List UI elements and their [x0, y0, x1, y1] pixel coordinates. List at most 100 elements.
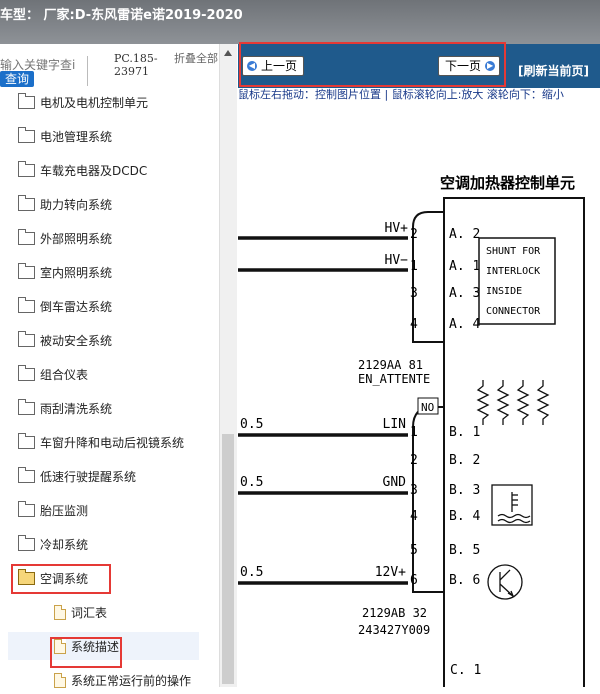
port-label: B. 2	[449, 453, 480, 468]
wire-gauge: 0.5	[240, 565, 263, 580]
tree-doc-item[interactable]: 词汇表	[54, 598, 107, 626]
tree-folder-item[interactable]: 倒车雷达系统	[18, 292, 112, 320]
pin-number: 4	[410, 509, 418, 524]
tree-item-label: 冷却系统	[40, 537, 89, 552]
tree-folder-item[interactable]: 电机及电机控制单元	[18, 88, 148, 116]
tree-item-label: 助力转向系统	[40, 197, 113, 212]
resistor-symbols	[476, 380, 550, 425]
folder-icon	[18, 364, 35, 381]
tree-item-label: 电池管理系统	[40, 129, 113, 144]
pin-number: 2	[410, 227, 418, 242]
tree-item-label: 词汇表	[71, 605, 108, 620]
tree-item-label: 雨刮清洗系统	[40, 401, 113, 416]
port-label: B. 5	[449, 543, 480, 558]
title-bar: 车型： 厂家:D-东风雷诺e诺2019-2020	[0, 0, 600, 44]
system-tree: 电机及电机控制单元 电池管理系统车载充电器及DCDC 助力转向系统 外部照明系统 室内照…	[0, 92, 218, 688]
wire-label: LIN	[383, 417, 406, 432]
tree-item-label: 电机及电机控制单元	[40, 95, 149, 110]
fold-all-button[interactable]: 折叠全部	[174, 52, 224, 65]
tree-doc-item[interactable]: 系统正常运行前的操作	[54, 666, 191, 694]
tree-item-label: 被动安全系统	[40, 333, 113, 348]
folder-icon	[18, 262, 35, 279]
tree-item-label: 胎压监测	[40, 503, 89, 518]
port-label: B. 1	[449, 425, 480, 440]
wire-label: HV−	[385, 253, 409, 268]
tree-item-label: 系统正常运行前的操作	[71, 673, 192, 688]
pin-number: 5	[410, 543, 418, 558]
scroll-up-arrow-icon[interactable]	[224, 50, 232, 56]
tree-item-label: 车窗升降和电动后视镜系统	[40, 435, 185, 450]
tree-folder-item[interactable]: 车窗升降和电动后视镜系统	[18, 428, 184, 456]
tree-folder-item[interactable]: 组合仪表	[18, 360, 88, 388]
tree-folder-item[interactable]: 胎压监测	[18, 496, 88, 524]
pin-number: 3	[410, 483, 418, 498]
connector-a-note: EN_ATTENTE	[358, 372, 430, 386]
tree-item-label: 外部照明系统	[40, 231, 113, 246]
folder-icon	[18, 126, 35, 143]
tree-folder-item[interactable]: 车载充电器及DCDC	[18, 156, 147, 184]
wiring-diagram[interactable]: 空调加热器控制单元 HV+ 2 A. 2 HV− 1 A. 1 3 A. 3 4 A. 4 SHU…	[238, 102, 600, 687]
tree-folder-item[interactable]: 电池管理系统	[18, 122, 112, 150]
pin-number: 1	[410, 259, 418, 274]
shunt-text: CONNECTOR	[486, 306, 541, 317]
tree-scrollbar[interactable]	[219, 44, 237, 687]
tree-folder-item[interactable]: 低速行驶提醒系统	[18, 462, 136, 490]
tree-item-label: 室内照明系统	[40, 265, 113, 280]
folder-icon	[18, 296, 35, 313]
search-button[interactable]: 查询	[0, 71, 34, 87]
folder-icon	[18, 398, 35, 415]
pc-code: PC.185-23971	[114, 52, 158, 78]
pin-number: 3	[410, 286, 418, 301]
folder-icon	[18, 466, 35, 483]
tree-folder-item[interactable]: 被动安全系统	[18, 326, 112, 354]
tree-folder-item[interactable]: 室内照明系统	[18, 258, 112, 286]
shunt-text: INTERLOCK	[486, 266, 540, 277]
document-icon	[54, 672, 66, 688]
pin-number: 2	[410, 453, 418, 468]
port-label: A. 1	[449, 259, 480, 274]
scroll-thumb[interactable]	[222, 434, 234, 684]
port-label: A. 2	[449, 227, 480, 242]
port-label: B. 3	[449, 483, 480, 498]
wire-label: HV+	[385, 221, 409, 236]
document-icon	[54, 604, 66, 620]
tree-highlight-desc	[50, 637, 122, 668]
tree-highlight-ac	[11, 564, 111, 594]
folder-icon	[18, 160, 35, 177]
connector-a-code: 2129AA 81	[358, 358, 423, 372]
pin-number: 6	[410, 573, 418, 588]
folder-icon	[18, 92, 35, 109]
tree-folder-item[interactable]: 助力转向系统	[18, 190, 112, 218]
nav-highlight-box	[239, 42, 506, 87]
folder-icon	[18, 432, 35, 449]
port-c1: C. 1	[450, 663, 481, 678]
shunt-text: SHUNT FOR	[486, 246, 541, 257]
no-badge: NO	[421, 401, 434, 414]
tree-folder-item[interactable]: 冷却系统	[18, 530, 88, 558]
refresh-page-button[interactable]: [刷新当前页]	[518, 62, 589, 79]
folder-icon	[18, 500, 35, 517]
folder-icon	[18, 534, 35, 551]
transistor-icon	[487, 564, 523, 600]
pin-number: 4	[410, 317, 418, 332]
folder-icon	[18, 228, 35, 245]
window-title: 车型： 厂家:D-东风雷诺e诺2019-2020	[0, 8, 243, 23]
shunt-text: INSIDE	[486, 286, 522, 297]
port-label: A. 4	[449, 317, 480, 332]
wire-label: 12V+	[375, 565, 406, 580]
module-title: 空调加热器控制单元	[440, 174, 575, 192]
tree-folder-item[interactable]: 外部照明系统	[18, 224, 112, 252]
search-divider	[87, 56, 88, 86]
pin-number: 1	[410, 425, 418, 440]
port-label: A. 3	[449, 286, 480, 301]
wire-label: GND	[383, 475, 407, 490]
port-label: B. 6	[449, 573, 480, 588]
tree-folder-item[interactable]: 雨刮清洗系统	[18, 394, 112, 422]
wire-gauge: 0.5	[240, 475, 263, 490]
connector-b-code: 2129AB 32	[362, 606, 427, 620]
tree-item-label: 低速行驶提醒系统	[40, 469, 137, 484]
connector-b-note: 243427Y009	[358, 623, 430, 637]
temperature-sensor-icon	[491, 484, 533, 526]
tree-item-label: 组合仪表	[40, 367, 89, 382]
tree-item-label: 倒车雷达系统	[40, 299, 113, 314]
